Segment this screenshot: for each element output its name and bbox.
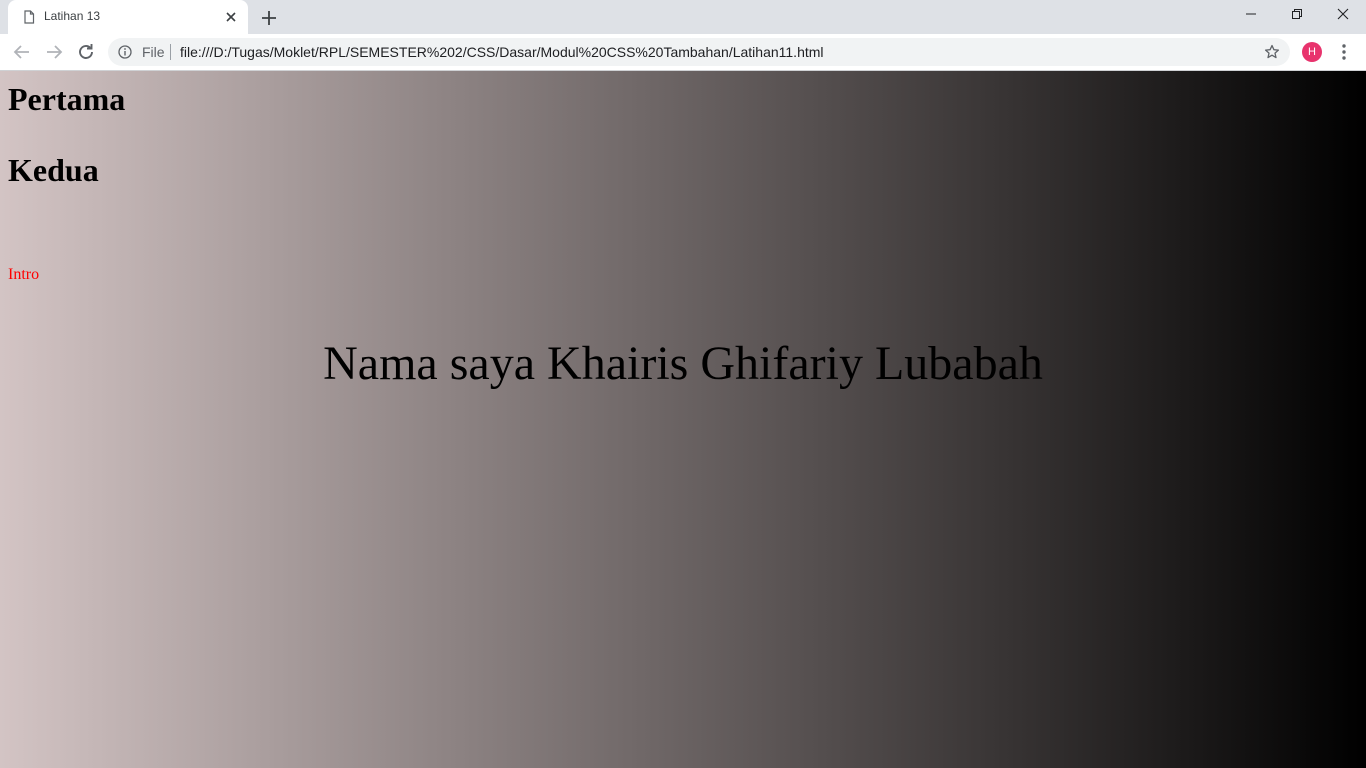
- star-icon[interactable]: [1264, 44, 1280, 60]
- kebab-menu-icon[interactable]: [1334, 42, 1354, 62]
- scheme-chip[interactable]: File: [142, 44, 165, 60]
- page-viewport: Pertama Kedua Intro Nama saya Khairis Gh…: [0, 71, 1366, 768]
- restore-icon: [1292, 9, 1302, 19]
- close-window-button[interactable]: [1320, 0, 1366, 30]
- heading-second: Kedua: [8, 152, 99, 188]
- profile-avatar[interactable]: H: [1302, 42, 1322, 62]
- forward-arrow-icon[interactable]: [42, 40, 66, 64]
- url-text[interactable]: file:///D:/Tugas/Moklet/RPL/SEMESTER%202…: [180, 44, 824, 60]
- toolbar: File file:///D:/Tugas/Moklet/RPL/SEMESTE…: [0, 34, 1366, 71]
- page-icon: [24, 10, 35, 24]
- heading-first: Pertama: [8, 81, 126, 117]
- tab-close-icon[interactable]: [224, 10, 238, 24]
- intro-text: Intro: [8, 266, 40, 283]
- minimize-icon: [1246, 13, 1256, 15]
- new-tab-plus-icon[interactable]: [258, 7, 280, 29]
- info-icon[interactable]: [118, 45, 132, 59]
- tab-strip: Latihan 13: [0, 0, 1366, 34]
- reload-icon[interactable]: [74, 40, 98, 64]
- browser-window: Latihan 13 File file:///D:/Tugas/Moklet/…: [0, 0, 1366, 768]
- restore-button[interactable]: [1274, 0, 1320, 30]
- address-bar[interactable]: File file:///D:/Tugas/Moklet/RPL/SEMESTE…: [108, 38, 1290, 66]
- tab-title: Latihan 13: [44, 9, 101, 23]
- address-separator: [170, 44, 171, 60]
- minimize-button[interactable]: [1228, 0, 1274, 30]
- back-arrow-icon[interactable]: [10, 40, 34, 64]
- tab-active[interactable]: Latihan 13: [8, 0, 248, 34]
- name-line: Nama saya Khairis Ghifariy Lubabah: [323, 337, 1043, 390]
- close-icon: [1337, 8, 1349, 20]
